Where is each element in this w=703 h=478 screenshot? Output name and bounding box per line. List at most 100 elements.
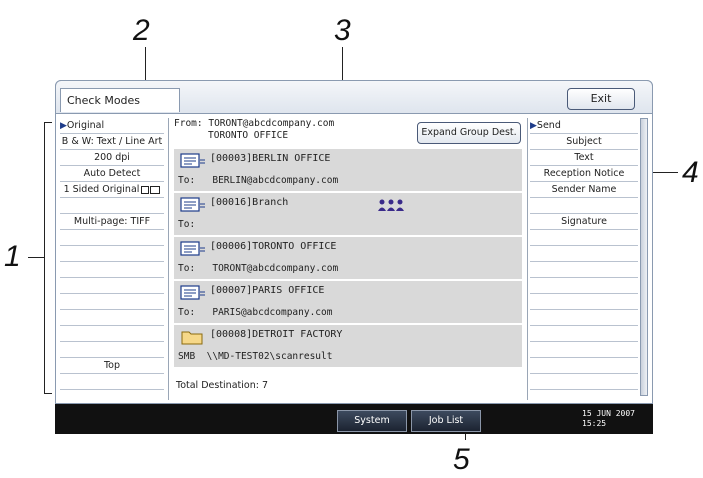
destination-prefix: To: [178,307,196,318]
callout-1: 1 [4,240,21,273]
right-setting-row: Subject [530,134,638,150]
sender-name: TORONTO OFFICE [208,130,289,141]
scrollbar[interactable] [640,118,648,396]
destination-address-line: SMB \\MD-TEST02\scanresult [178,351,332,362]
destination-item[interactable]: [00007]PARIS OFFICE To: PARIS@abcdcompan… [174,281,522,325]
left-setting-label: Original [66,120,105,131]
right-setting-row: Text [530,150,638,166]
email-icon [180,241,205,256]
from-label: From: [174,118,203,129]
destination-prefix: To: [178,263,196,274]
expand-group-dest-button[interactable]: Expand Group Dest. [417,122,521,144]
right-setting-row [530,358,638,374]
destination-prefix: To: [178,219,196,230]
bracket-1-bottom [44,393,52,394]
destination-item[interactable]: [00006]TORONTO OFFICE To: TORONT@abcdcom… [174,237,522,281]
right-setting-row [530,326,638,342]
date: 15 JUN 2007 [582,409,635,418]
right-setting-row: Sender Name [530,182,638,198]
destination-title: [00016]Branch [210,197,289,208]
time: 15:25 [582,419,607,428]
divider [527,118,528,400]
bracket-1-top [44,122,52,123]
current-mode-triangle-icon: ▶ [60,121,67,131]
orientation-icon [141,185,150,194]
destination-title: [00003]BERLIN OFFICE [210,153,331,164]
right-setting-row [530,198,638,214]
bracket-1 [44,122,45,394]
right-setting-row [530,246,638,262]
email-icon [180,197,205,212]
system-status-button[interactable]: System Status [337,410,407,446]
right-setting-row [530,262,638,278]
left-setting-row [60,294,164,310]
check-modes-tab: Check Modes [60,88,180,112]
left-setting-row [60,342,164,358]
destination-title: [00008]DETROIT FACTORY [210,329,343,340]
total-destination: Total Destination: 7 [176,380,268,391]
job-list-button[interactable]: Job List [411,410,481,432]
left-setting-row: 200 dpi [60,150,164,166]
right-setting-row [530,310,638,326]
left-setting-row [60,246,164,262]
destination-item[interactable]: [00008]DETROIT FACTORY SMB \\MD-TEST02\s… [174,325,522,369]
destination-address-line: To: TORONT@abcdcompany.com [178,263,338,274]
right-setting-row [530,294,638,310]
destination-title: [00007]PARIS OFFICE [210,285,325,296]
folder-icon [181,331,203,345]
sender-info: From: TORONT@abcdcompany.com TORONTO OFF… [174,118,334,142]
left-setting-row [60,278,164,294]
right-setting-row: ▶Send [530,118,638,134]
left-setting-row [60,326,164,342]
right-setting-row: Reception Notice [530,166,638,182]
left-setting-row [60,230,164,246]
destination-title: [00006]TORONTO OFFICE [210,241,337,252]
destination-address-line: To: PARIS@abcdcompany.com [178,307,332,318]
exit-button[interactable]: Exit [567,88,635,110]
destination-area: From: TORONT@abcdcompany.com TORONTO OFF… [172,118,524,398]
left-setting-row [60,262,164,278]
right-setting-row [530,230,638,246]
left-setting-row: Top [60,358,164,374]
right-setting-label: Send [536,120,561,131]
right-setting-row [530,278,638,294]
current-mode-triangle-icon: ▶ [530,121,537,131]
email-icon [180,153,205,168]
left-setting-row: B & W: Text / Line Art [60,134,164,150]
group-people-icon [378,199,404,211]
destination-address: PARIS@abcdcompany.com [212,307,333,318]
left-setting-row: ▶Original [60,118,164,134]
destination-prefix: To: [178,175,196,186]
callout-4: 4 [682,156,699,189]
left-setting-row [60,310,164,326]
divider [168,118,169,400]
orientation-icon [150,185,161,194]
left-setting-row [60,374,164,390]
left-settings-list: ▶Original B & W: Text / Line Art 200 dpi… [60,118,164,396]
destination-prefix: SMB [178,351,196,362]
callout-3: 3 [334,14,351,47]
leader-line-1 [28,257,44,258]
right-setting-row [530,342,638,358]
date-time: 15 JUN 2007 15:25 [582,409,635,429]
destination-address: \\MD-TEST02\scanresult [206,351,333,362]
left-setting-row: Auto Detect [60,166,164,182]
callout-2: 2 [133,14,150,47]
sender-address-line: From: TORONT@abcdcompany.com [174,118,334,130]
destination-address: BERLIN@abcdcompany.com [212,175,339,186]
destination-list[interactable]: [00003]BERLIN OFFICE To: BERLIN@abcdcomp… [174,149,522,369]
left-setting-label: 1 Sided Original [63,184,140,195]
sender-address: TORONT@abcdcompany.com [208,118,335,129]
right-setting-row: Signature [530,214,638,230]
right-settings-list: ▶Send Subject Text Reception Notice Send… [530,118,638,396]
left-setting-row: Multi-page: TIFF [60,214,164,230]
destination-item[interactable]: [00016]Branch To: [174,193,522,237]
right-setting-row [530,374,638,390]
email-icon [180,285,205,300]
leader-line-4 [652,172,678,173]
destination-item[interactable]: [00003]BERLIN OFFICE To: BERLIN@abcdcomp… [174,149,522,193]
left-setting-row: 1 Sided Original [60,182,164,198]
destination-address-line: To: BERLIN@abcdcompany.com [178,175,338,186]
destination-address: TORONT@abcdcompany.com [212,263,339,274]
callout-5: 5 [453,443,470,476]
